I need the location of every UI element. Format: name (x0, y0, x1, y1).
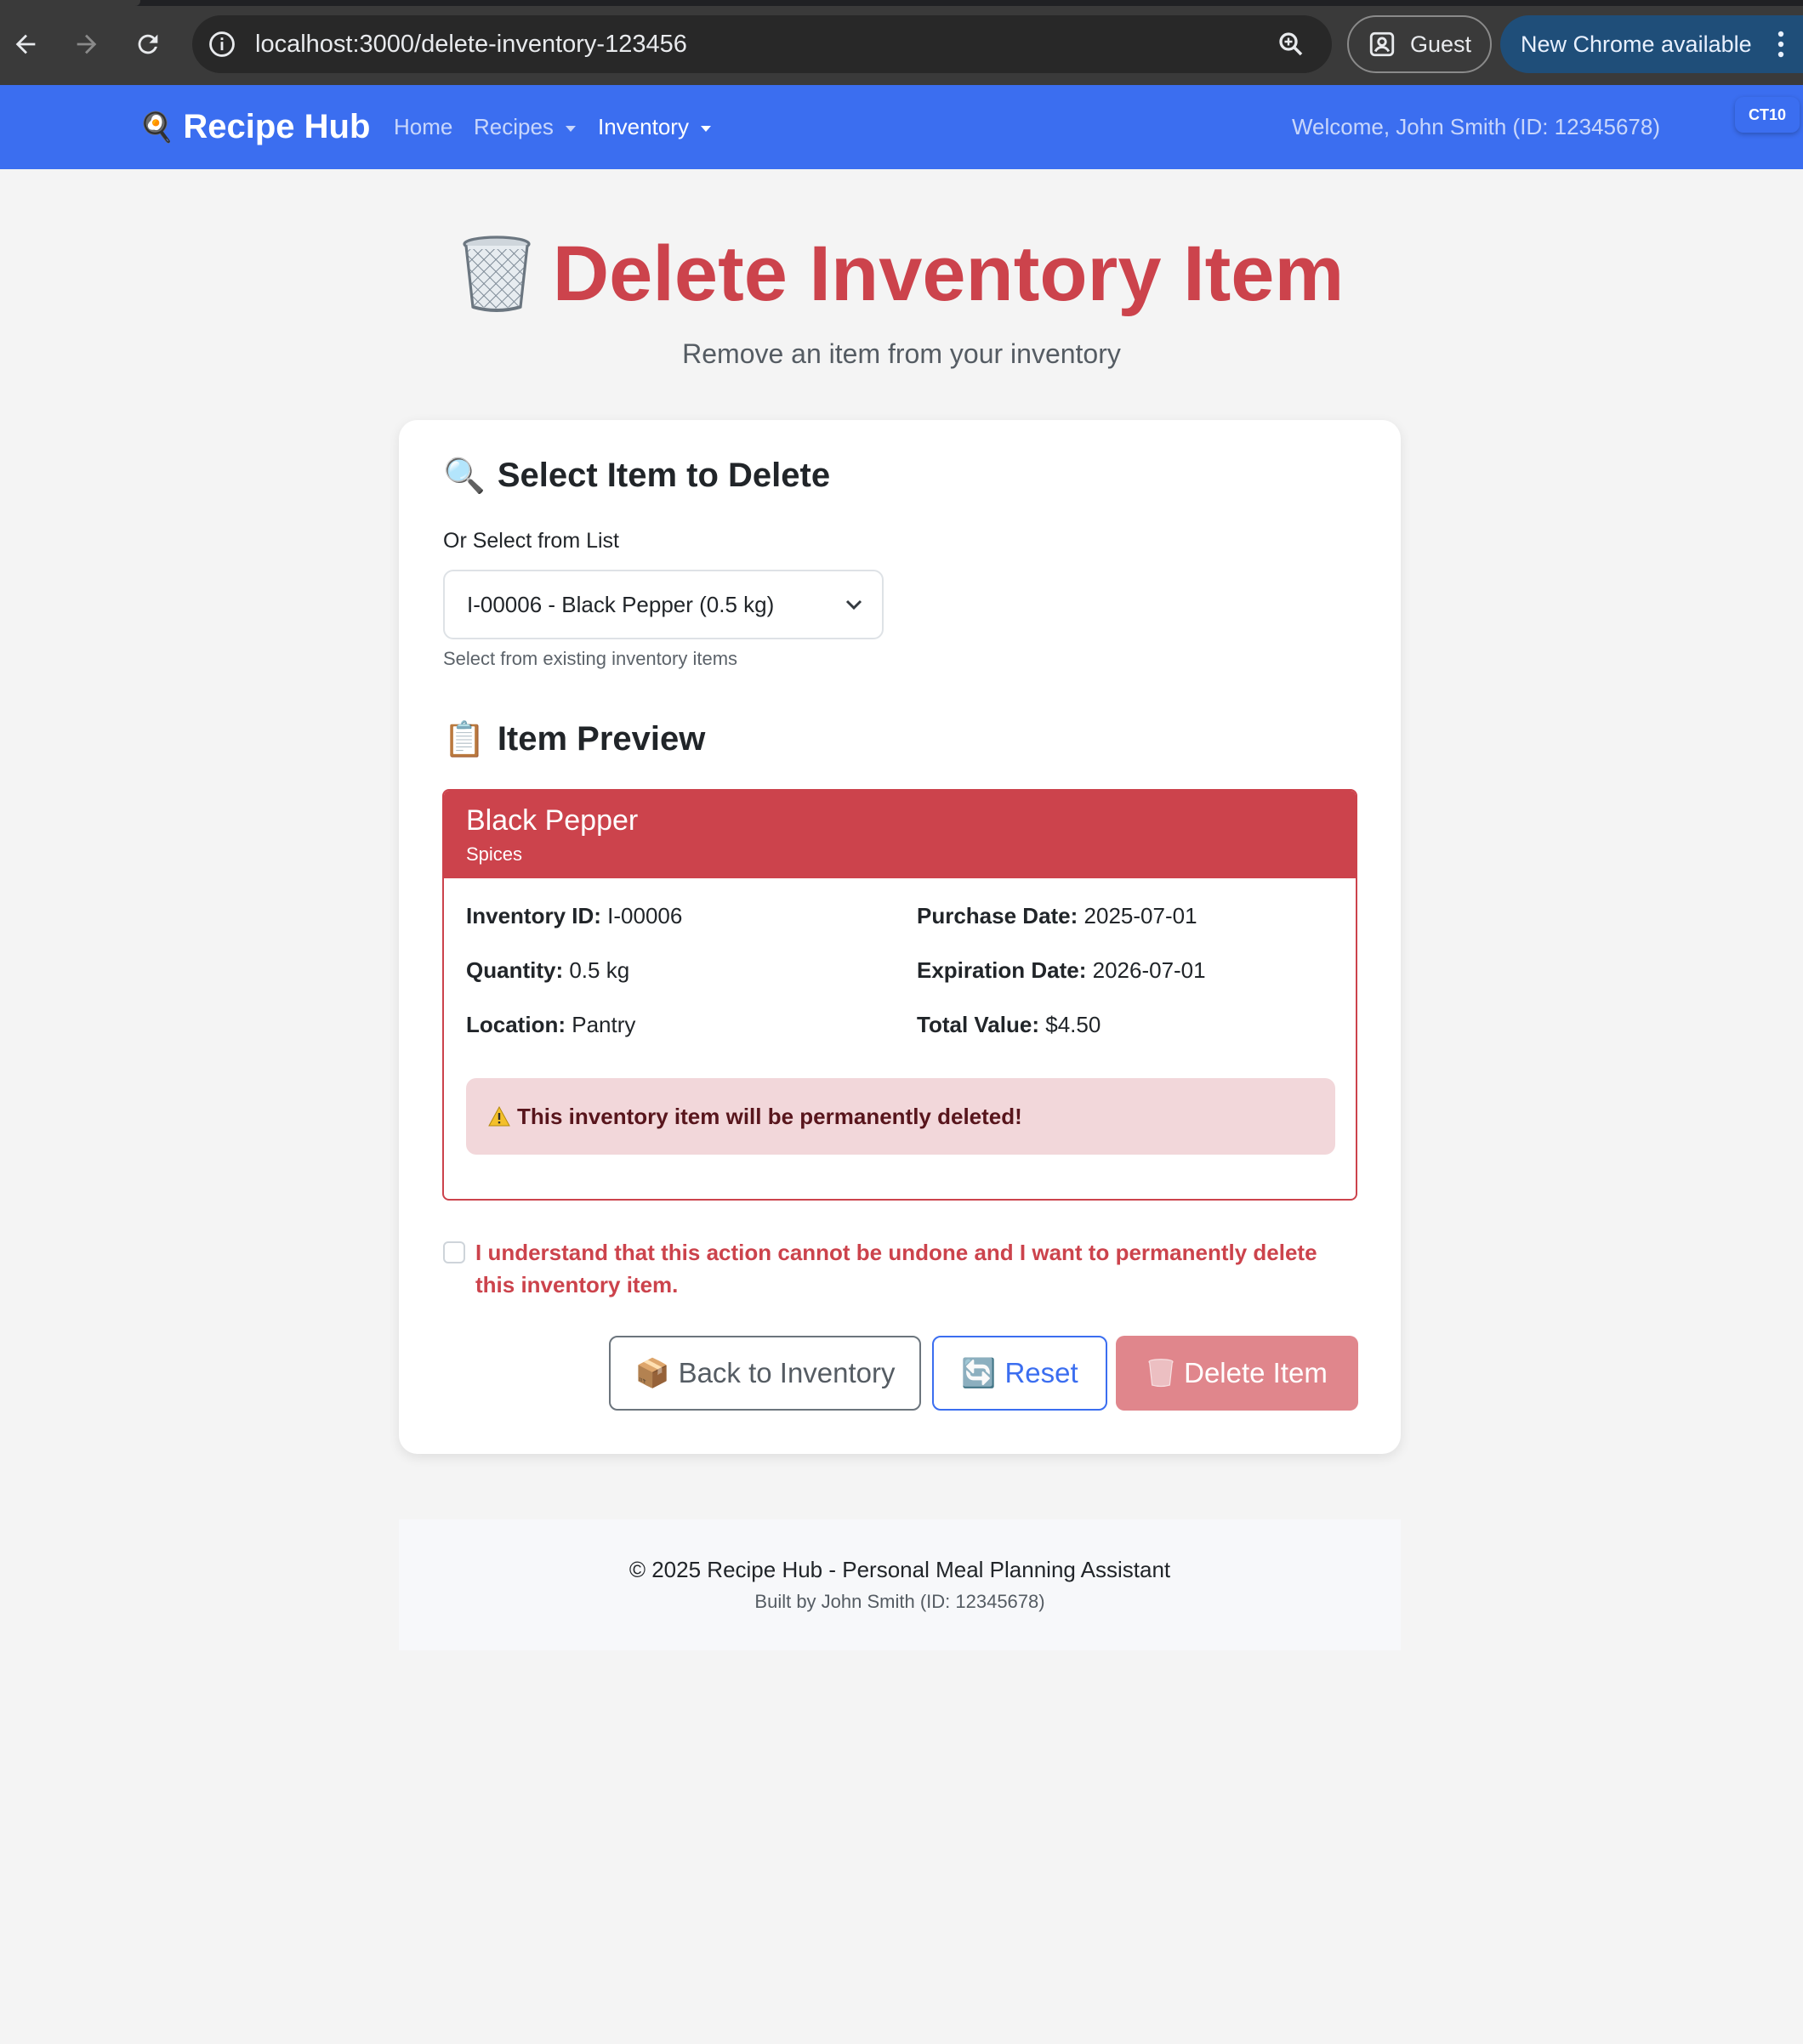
refresh-icon: 🔄 (961, 1356, 997, 1388)
detail-value: 0.5 kg (569, 957, 630, 983)
detail-value: Pantry (572, 1012, 636, 1037)
wastebasket-icon (1148, 1359, 1174, 1388)
back-to-inventory-button[interactable]: 📦 Back to Inventory (609, 1336, 921, 1411)
profile-button[interactable]: Guest (1347, 15, 1492, 73)
detail-value: $4.50 (1045, 1012, 1101, 1037)
chevron-down-icon (845, 599, 862, 610)
arrow-left-icon (15, 34, 36, 54)
arrow-right-icon (77, 34, 97, 54)
frying-pan-icon: 🍳 (139, 111, 175, 144)
preview-item-name: Black Pepper (466, 804, 639, 837)
page-footer: © 2025 Recipe Hub - Personal Meal Planni… (399, 1519, 1401, 1650)
detail-label: Inventory ID: (466, 903, 601, 928)
detail-label: Quantity: (466, 957, 564, 983)
nav-home[interactable]: Home (394, 85, 452, 169)
reload-icon (138, 34, 158, 54)
ct-badge: CT10 (1735, 97, 1800, 133)
address-bar[interactable]: localhost:3000/delete-inventory-123456 (192, 15, 1332, 73)
warning-text: This inventory item will be permanently … (517, 1103, 1022, 1129)
select-help-text: Select from existing inventory items (443, 648, 738, 669)
reset-button[interactable]: 🔄 Reset (932, 1336, 1107, 1411)
inventory-select-value: I-00006 - Black Pepper (0.5 kg) (467, 592, 775, 617)
brand-link[interactable]: 🍳 Recipe Hub (139, 85, 370, 169)
nav-inventory-label: Inventory (598, 114, 689, 139)
footer-credit: Built by John Smith (ID: 12345678) (754, 1591, 1045, 1612)
detail-label: Location: (466, 1012, 566, 1037)
browser-toolbar: localhost:3000/delete-inventory-123456 G… (0, 0, 1803, 85)
detail-value: 2026-07-01 (1092, 957, 1206, 983)
clipboard-icon: 📋 (443, 721, 486, 758)
package-icon: 📦 (634, 1356, 670, 1388)
detail-value: I-00006 (607, 903, 683, 928)
select-section-title: 🔍 Select Item to Delete (443, 456, 830, 496)
detail-location: Location: Pantry (466, 1012, 635, 1038)
page-subtitle: Remove an item from your inventory (682, 338, 1121, 369)
caret-down-icon (565, 125, 576, 132)
detail-expiration-date: Expiration Date: 2026-07-01 (917, 957, 1206, 984)
nav-recipes-label: Recipes (474, 114, 554, 139)
back-button[interactable] (5, 24, 46, 65)
zoom-icon[interactable] (1276, 29, 1306, 60)
item-preview-card: Black Pepper Spices Inventory ID: I-0000… (442, 789, 1357, 1201)
url-text[interactable]: localhost:3000/delete-inventory-123456 (255, 15, 687, 73)
delete-warning-alert: This inventory item will be permanently … (466, 1078, 1335, 1155)
select-label: Or Select from List (443, 529, 619, 553)
active-tab-edge (0, 0, 140, 6)
reload-button[interactable] (128, 24, 168, 65)
preview-section-title-text: Item Preview (497, 720, 706, 758)
detail-total-value: Total Value: $4.50 (917, 1012, 1101, 1038)
app-navbar: 🍳 Recipe Hub Home Recipes Inventory Welc… (0, 85, 1803, 169)
nav-inventory-dropdown[interactable]: Inventory (598, 85, 711, 169)
brand-name: Recipe Hub (183, 108, 371, 145)
chrome-update-button[interactable]: New Chrome available (1500, 15, 1803, 73)
caret-down-icon (700, 125, 711, 132)
delete-item-button[interactable]: Delete Item (1116, 1336, 1358, 1411)
forward-button[interactable] (66, 24, 107, 65)
more-menu-icon[interactable] (1777, 31, 1784, 58)
delete-button-label: Delete Item (1184, 1357, 1328, 1388)
detail-purchase-date: Purchase Date: 2025-07-01 (917, 903, 1197, 929)
reset-button-label: Reset (1004, 1357, 1078, 1388)
welcome-text: Welcome, John Smith (ID: 12345678) (1291, 114, 1660, 139)
wastebasket-icon (463, 235, 531, 312)
page-title-text: Delete Inventory Item (552, 230, 1345, 317)
profile-label: Guest (1410, 31, 1472, 57)
detail-label: Purchase Date: (917, 903, 1078, 928)
preview-item-category: Spices (466, 843, 523, 865)
magnifier-icon: 🔍 (443, 457, 486, 495)
update-label: New Chrome available (1521, 31, 1752, 57)
warning-icon (488, 1106, 510, 1127)
confirm-checkbox[interactable] (443, 1241, 465, 1263)
back-button-label: Back to Inventory (678, 1357, 896, 1388)
preview-section-title: 📋 Item Preview (443, 719, 705, 759)
page-title: Delete Inventory Item (0, 230, 1803, 319)
profile-icon (1369, 31, 1395, 57)
detail-quantity: Quantity: 0.5 kg (466, 957, 629, 984)
nav-recipes-dropdown[interactable]: Recipes (474, 85, 576, 169)
delete-form-card: 🔍 Select Item to Delete Or Select from L… (399, 420, 1401, 1454)
detail-value: 2025-07-01 (1084, 903, 1197, 928)
confirm-label[interactable]: I understand that this action cannot be … (475, 1236, 1360, 1301)
site-info-icon[interactable] (208, 30, 236, 59)
detail-label: Expiration Date: (917, 957, 1087, 983)
select-section-title-text: Select Item to Delete (497, 457, 831, 494)
preview-header: Black Pepper Spices (444, 791, 1356, 878)
inventory-select[interactable]: I-00006 - Black Pepper (0.5 kg) (443, 570, 884, 639)
detail-label: Total Value: (917, 1012, 1039, 1037)
tab-strip (0, 0, 1803, 6)
detail-inventory-id: Inventory ID: I-00006 (466, 903, 682, 929)
footer-copyright: © 2025 Recipe Hub - Personal Meal Planni… (628, 1557, 1171, 1582)
